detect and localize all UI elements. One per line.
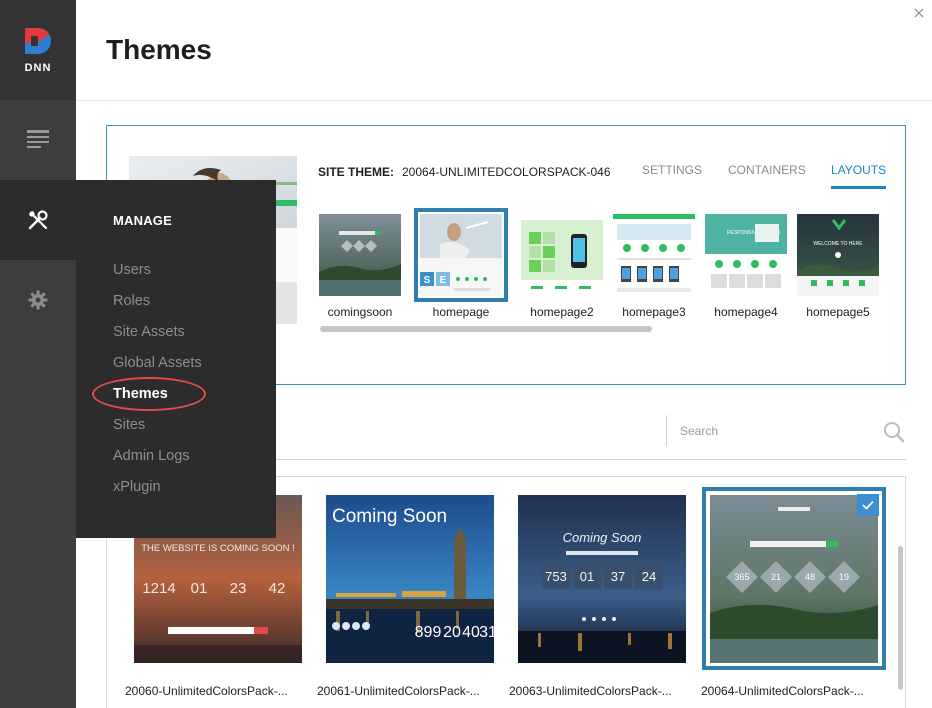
theme-headline: Coming Soon [332,506,447,527]
counter: 23 [230,580,247,597]
counter: 1214 [142,580,175,597]
counter: 42 [269,580,286,597]
flyout-title: MANAGE [113,213,172,228]
theme-headline: Coming Soon [563,530,642,545]
menu-item-users[interactable]: Users [113,262,151,278]
layout-thumbnail [319,214,401,296]
themes-highlight-circle [92,377,206,411]
layout-item-homepage4[interactable]: RESPONSIVE DESIGN homepage4 [705,214,787,319]
menu-item-xplugin[interactable]: xPlugin [113,479,161,495]
theme-name: 20061-UnlimitedColorsPack-... [317,684,480,698]
tab-layouts[interactable]: LAYOUTS [831,163,887,189]
theme-card-20063[interactable]: Coming Soon 753 01 37 24 [518,495,686,663]
layout-name: comingsoon [327,305,393,319]
counter: 24 [642,569,656,584]
layout-name: homepage2 [530,305,594,319]
theme-card-20061[interactable]: Coming Soon 899 20 40 31 [326,495,494,663]
layout-item-comingsoon[interactable]: comingsoon [319,214,401,319]
layout-thumbnail [521,214,603,296]
tools-icon [28,210,48,230]
layouts-scrollbar[interactable] [320,326,652,332]
manage-menu-button[interactable] [0,180,76,260]
layout-name: homepage3 [622,305,686,319]
menu-item-sites[interactable]: Sites [113,417,145,433]
layout-item-homepage[interactable]: S E homepage [414,208,508,319]
selected-check-badge [857,494,879,516]
layout-name: homepage4 [714,305,778,319]
theme-name: 20064-UnlimitedColorsPack-... [701,684,864,698]
checkmark-icon [862,500,874,510]
layout-thumbnail: WELCOME TO HERE [797,214,879,296]
layout-thumbnail [613,214,695,296]
page-header: Themes [76,0,932,101]
counter: 40 [462,624,480,641]
counter: 31 [479,624,494,641]
dnn-logo-icon: DNN [25,27,52,74]
counter: 01 [191,580,208,597]
counter: 01 [580,569,594,584]
theme-thumbnail: Coming Soon 753 01 37 24 [518,495,686,663]
persona-bar: DNN [0,0,76,708]
themes-scrollbar[interactable] [898,546,903,690]
gear-icon [28,290,48,310]
counter: 20 [443,624,461,641]
settings-menu-button[interactable] [0,260,76,340]
search-divider [666,415,667,446]
site-theme-value: 20064-UNLIMITEDCOLORSPACK-046 [402,165,611,179]
layout-item-homepage2[interactable]: homepage2 [521,214,603,319]
content-menu-button[interactable] [0,100,76,180]
close-icon[interactable] [912,6,926,20]
layout-thumb-caption: WELCOME TO HERE [813,241,863,247]
tab-containers[interactable]: CONTAINERS [728,163,806,177]
content-list-icon [27,130,49,148]
menu-item-roles[interactable]: Roles [113,293,150,309]
layout-name: homepage5 [806,305,870,319]
menu-item-site-assets[interactable]: Site Assets [113,324,185,340]
layout-name: homepage [432,305,490,319]
counter: 37 [611,569,625,584]
search-icon[interactable] [883,421,905,443]
theme-thumbnail: Coming Soon 899 20 40 31 [326,495,494,663]
layout-item-homepage5[interactable]: WELCOME TO HERE homepage5 [797,214,879,319]
dnn-logo[interactable]: DNN [0,0,76,100]
logo-text: DNN [25,62,52,74]
layout-badge-s: S [424,275,431,286]
search-input[interactable] [680,420,870,442]
menu-item-global-assets[interactable]: Global Assets [113,355,202,371]
page-title: Themes [106,34,212,65]
counter: 753 [545,569,567,584]
theme-headline: THE WEBSITE IS COMING SOON ! [141,543,295,554]
theme-name: 20060-UnlimitedColorsPack-... [125,684,288,698]
layout-thumbnail: RESPONSIVE DESIGN [705,214,787,296]
site-theme-label: SITE THEME: [318,165,395,179]
counter: 899 [415,624,442,641]
layout-thumbnail: S E [414,208,508,302]
layout-badge-e: E [440,275,447,286]
tab-settings[interactable]: SETTINGS [642,163,702,177]
menu-item-admin-logs[interactable]: Admin Logs [113,448,190,464]
layout-item-homepage3[interactable]: homepage3 [613,214,695,319]
theme-name: 20063-UnlimitedColorsPack-... [509,684,672,698]
manage-flyout-menu: MANAGE Users Roles Site Assets Global As… [76,180,276,538]
